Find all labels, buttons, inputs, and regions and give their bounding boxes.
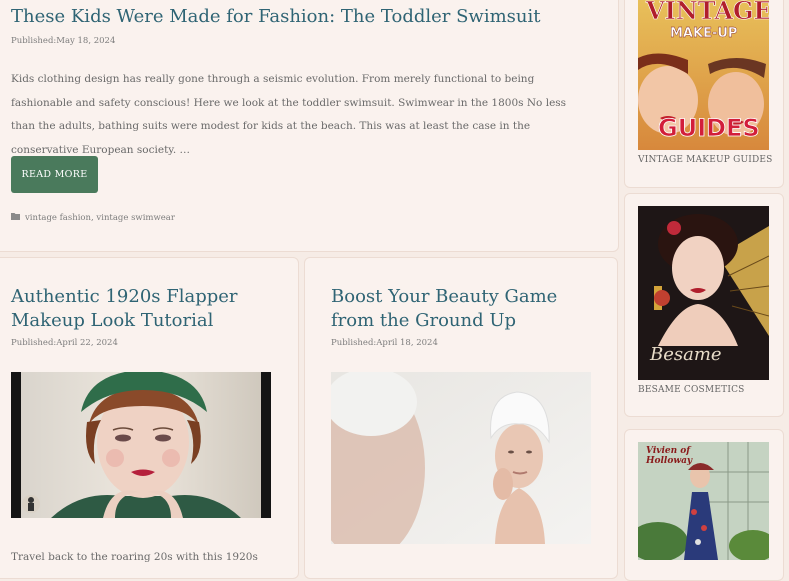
read-more-button[interactable]: READ MORE (11, 156, 98, 193)
ad-text-guides: GUIDES (658, 114, 761, 143)
ad-text-vintage: VINTAGE (646, 0, 769, 25)
ad-banner-vintage-makeup-guides[interactable]: VINTAGE MAKE-UP GUIDES (638, 0, 769, 150)
ad-logo-vivien: Vivien of Holloway (646, 446, 693, 466)
ad-banner-vivien-of-holloway[interactable]: Vivien of Holloway (638, 442, 769, 560)
ad-text-makeup: MAKE-UP (670, 26, 738, 41)
post-date: Published:April 22, 2024 (11, 338, 118, 348)
post-thumbnail-flapper[interactable] (11, 372, 271, 518)
ad-banner-besame[interactable]: Besame (638, 206, 769, 380)
post-title[interactable]: Authentic 1920s Flapper Makeup Look Tuto… (11, 285, 286, 333)
post-excerpt: Kids clothing design has really gone thr… (11, 73, 567, 156)
ad-caption[interactable]: BESAME COSMETICS (638, 385, 745, 395)
post-date: Published:April 18, 2024 (331, 338, 438, 348)
post-thumbnail-beauty[interactable] (331, 372, 591, 544)
tag-link-vintage-swimwear[interactable]: vintage swimwear (96, 213, 175, 223)
ad-caption[interactable]: VINTAGE MAKEUP GUIDES (638, 155, 773, 165)
post-tags: vintage fashion, vintage swimwear (11, 212, 175, 223)
ad-logo-besame: Besame (650, 344, 722, 365)
post-date: Published:May 18, 2024 (11, 36, 116, 46)
post-excerpt: Travel back to the roaring 20s with this… (11, 551, 258, 563)
tag-link-vintage-fashion[interactable]: vintage fashion (25, 213, 91, 223)
post-title[interactable]: Boost Your Beauty Game from the Ground U… (331, 285, 591, 333)
post-title[interactable]: These Kids Were Made for Fashion: The To… (11, 6, 540, 27)
folder-icon (11, 212, 20, 223)
